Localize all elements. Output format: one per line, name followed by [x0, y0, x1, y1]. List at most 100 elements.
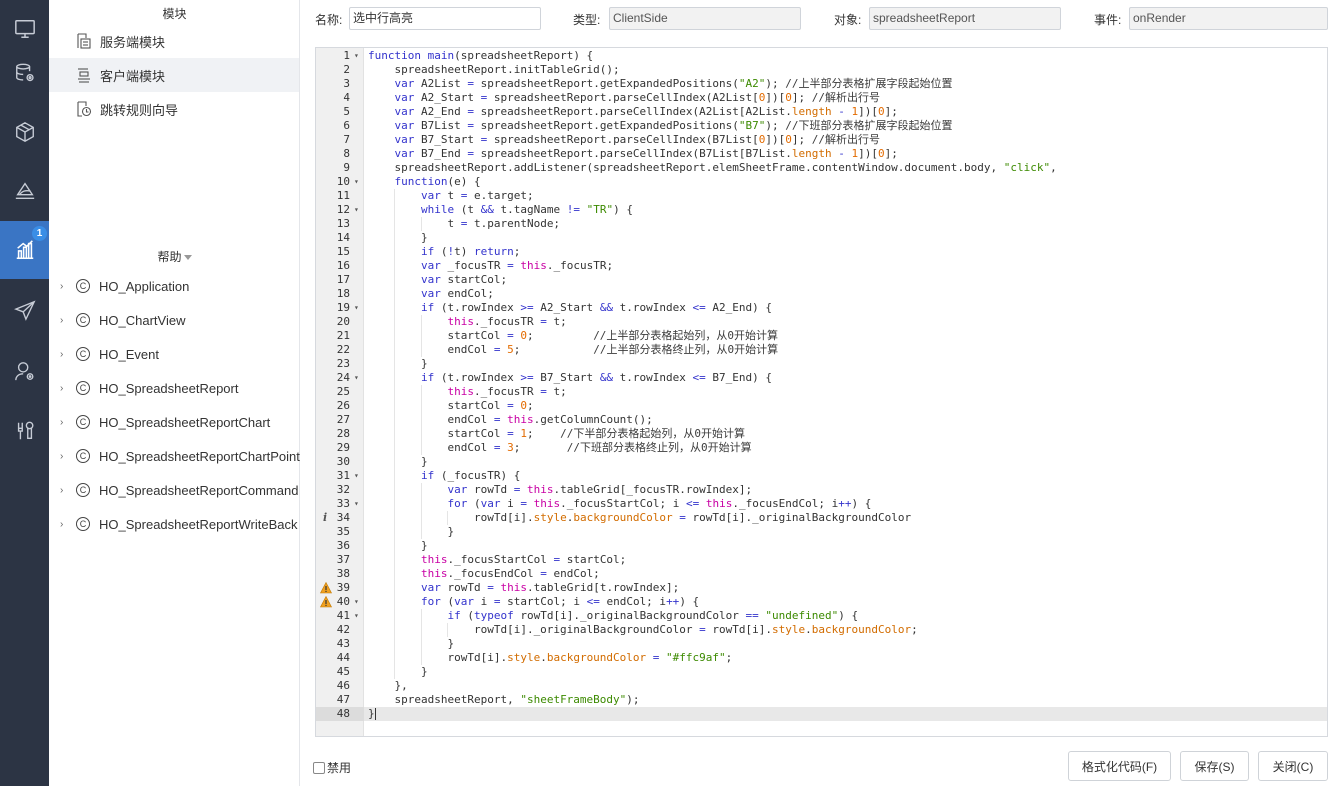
code-text: } [368, 455, 428, 468]
code-line[interactable]: 6 var B7List = spreadsheetReport.getExpa… [316, 119, 1327, 133]
chevron-right-icon[interactable]: › [60, 383, 66, 394]
code-line[interactable]: 38 this._focusEndCol = endCol; [316, 567, 1327, 581]
chevron-right-icon[interactable]: › [60, 451, 66, 462]
code-line[interactable]: 17 var startCol; [316, 273, 1327, 287]
help-item[interactable]: › C HO_SpreadsheetReportWriteBack [49, 507, 300, 541]
code-line[interactable]: 37 this._focusStartCol = startCol; [316, 553, 1327, 567]
help-item[interactable]: › C HO_SpreadsheetReportChart [49, 405, 300, 439]
code-line[interactable]: 19 ▾ if (t.rowIndex >= A2_Start && t.rowI… [316, 301, 1327, 315]
disable-checkbox[interactable]: 禁用 [313, 759, 351, 776]
code-line[interactable]: 9 spreadsheetReport.addListener(spreadsh… [316, 161, 1327, 175]
checkbox-box[interactable] [313, 761, 325, 774]
code-line[interactable]: 30 } [316, 455, 1327, 469]
help-section-title[interactable]: 帮助 [49, 248, 300, 265]
chevron-right-icon[interactable]: › [60, 519, 66, 530]
code-line[interactable]: 15 if (!t) return; [316, 245, 1327, 259]
code-line[interactable]: 11 var t = e.target; [316, 189, 1327, 203]
fold-toggle-icon[interactable]: ▾ [354, 371, 359, 385]
code-line[interactable]: 16 var _focusTR = this._focusTR; [316, 259, 1327, 273]
module-item-redirect-wizard[interactable]: 跳转规则向导 [49, 92, 299, 126]
code-line[interactable]: 27 endCol = this.getColumnCount(); [316, 413, 1327, 427]
code-line[interactable]: 21 startCol = 0; //上半部分表格起始列，从0开始计算 [316, 329, 1327, 343]
code-line[interactable]: 46 }, [316, 679, 1327, 693]
chevron-right-icon[interactable]: › [60, 315, 66, 326]
help-item[interactable]: › C HO_SpreadsheetReportChartPoint [49, 439, 300, 473]
rail-item-cube[interactable] [0, 103, 49, 161]
chevron-right-icon[interactable]: › [60, 417, 66, 428]
indent-guide [394, 609, 396, 623]
fold-toggle-icon[interactable]: ▾ [354, 497, 359, 511]
code-line[interactable]: 31 ▾ if (_focusTR) { [316, 469, 1327, 483]
help-item[interactable]: › C HO_SpreadsheetReportCommand [49, 473, 300, 507]
code-line[interactable]: 12 ▾ while (t && t.tagName != "TR") { [316, 203, 1327, 217]
fold-toggle-icon[interactable]: ▾ [354, 595, 359, 609]
code-line[interactable]: 48} [316, 707, 1327, 721]
code-line[interactable]: 7 var B7_Start = spreadsheetReport.parse… [316, 133, 1327, 147]
name-input[interactable]: 选中行高亮 [349, 7, 541, 30]
rail-item-chart[interactable]: 1 [0, 221, 49, 279]
help-item[interactable]: › C HO_Application [49, 269, 300, 303]
code-line[interactable]: 35 } [316, 525, 1327, 539]
code-line[interactable]: 1 ▾ function main(spreadsheetReport) { [316, 49, 1327, 63]
rail-item-user-settings[interactable] [0, 342, 49, 400]
rail-item-layers[interactable] [0, 162, 49, 220]
indent-guide [420, 651, 422, 665]
code-line[interactable]: 45 } [316, 665, 1327, 679]
fold-toggle-icon[interactable]: ▾ [354, 469, 359, 483]
fold-toggle-icon[interactable]: ▾ [354, 609, 359, 623]
code-line[interactable]: 18 var endCol; [316, 287, 1327, 301]
rail-item-send[interactable] [0, 281, 49, 339]
code-line[interactable]: 5 var A2_End = spreadsheetReport.parseCe… [316, 105, 1327, 119]
code-line[interactable]: 26 startCol = 0; [316, 399, 1327, 413]
code-editor[interactable]: 1 ▾ function main(spreadsheetReport) {2 sp… [315, 47, 1328, 737]
code-line[interactable]: 22 endCol = 5; //上半部分表格终止列，从0开始计算 [316, 343, 1327, 357]
code-line[interactable]: 3 var A2List = spreadsheetReport.getExpa… [316, 77, 1327, 91]
code-line[interactable]: 40 ▾ for (var i = startCol; i <= endCol; … [316, 595, 1327, 609]
help-item[interactable]: › C HO_ChartView [49, 303, 300, 337]
rail-item-tools[interactable] [0, 402, 49, 460]
chevron-right-icon[interactable]: › [60, 281, 66, 292]
code-line[interactable]: 2 spreadsheetReport.initTableGrid(); [316, 63, 1327, 77]
line-number: 18 [336, 287, 350, 300]
help-item[interactable]: › C HO_Event [49, 337, 300, 371]
code-line[interactable]: 8 var B7_End = spreadsheetReport.parseCe… [316, 147, 1327, 161]
module-item-client[interactable]: 客户端模块 [49, 58, 299, 92]
chevron-right-icon[interactable]: › [60, 349, 66, 360]
chevron-right-icon[interactable]: › [60, 485, 66, 496]
rail-item-database[interactable] [0, 44, 49, 102]
fold-toggle-icon[interactable]: ▾ [354, 49, 359, 63]
code-line[interactable]: 39 var rowTd = this.tableGrid[t.rowIndex… [316, 581, 1327, 595]
module-item-server[interactable]: 服务端模块 [49, 24, 299, 58]
code-line[interactable]: 29 endCol = 3; //下班部分表格终止列，从0开始计算 [316, 441, 1327, 455]
code-line[interactable]: 4 var A2_Start = spreadsheetReport.parse… [316, 91, 1327, 105]
code-text: rowTd[i].style.backgroundColor = "#ffc9a… [368, 651, 733, 664]
format-code-button[interactable]: 格式化代码(F) [1068, 751, 1171, 781]
code-line[interactable]: 25 this._focusTR = t; [316, 385, 1327, 399]
fold-toggle-icon[interactable]: ▾ [354, 175, 359, 189]
code-line[interactable]: 41 ▾ if (typeof rowTd[i]._originalBackgro… [316, 609, 1327, 623]
code-line[interactable]: 34 i rowTd[i].style.backgroundColor = row… [316, 511, 1327, 525]
code-line[interactable]: 28 startCol = 1; //下半部分表格起始列，从0开始计算 [316, 427, 1327, 441]
line-number: 4 [343, 91, 350, 104]
code-line[interactable]: 24 ▾ if (t.rowIndex >= B7_Start && t.rowI… [316, 371, 1327, 385]
line-number: 26 [336, 399, 350, 412]
code-line[interactable]: 42 rowTd[i]._originalBackgroundColor = r… [316, 623, 1327, 637]
help-item[interactable]: › C HO_SpreadsheetReport [49, 371, 300, 405]
indent-guide [420, 329, 422, 343]
close-button[interactable]: 关闭(C) [1258, 751, 1328, 781]
code-line[interactable]: 13 t = t.parentNode; [316, 217, 1327, 231]
code-line[interactable]: 33 ▾ for (var i = this._focusStartCol; i … [316, 497, 1327, 511]
fold-toggle-icon[interactable]: ▾ [354, 203, 359, 217]
code-line[interactable]: 36 } [316, 539, 1327, 553]
code-line[interactable]: 23 } [316, 357, 1327, 371]
code-line[interactable]: 10 ▾ function(e) { [316, 175, 1327, 189]
code-line[interactable]: 43 } [316, 637, 1327, 651]
save-button[interactable]: 保存(S) [1180, 751, 1249, 781]
code-line[interactable]: 44 rowTd[i].style.backgroundColor = "#ff… [316, 651, 1327, 665]
code-line[interactable]: 47 spreadsheetReport, "sheetFrameBody"); [316, 693, 1327, 707]
code-line[interactable]: 20 this._focusTR = t; [316, 315, 1327, 329]
code-line[interactable]: 32 var rowTd = this.tableGrid[_focusTR.r… [316, 483, 1327, 497]
code-line[interactable]: 14 } [316, 231, 1327, 245]
code-lines[interactable]: 1 ▾ function main(spreadsheetReport) {2 sp… [316, 49, 1327, 721]
fold-toggle-icon[interactable]: ▾ [354, 301, 359, 315]
